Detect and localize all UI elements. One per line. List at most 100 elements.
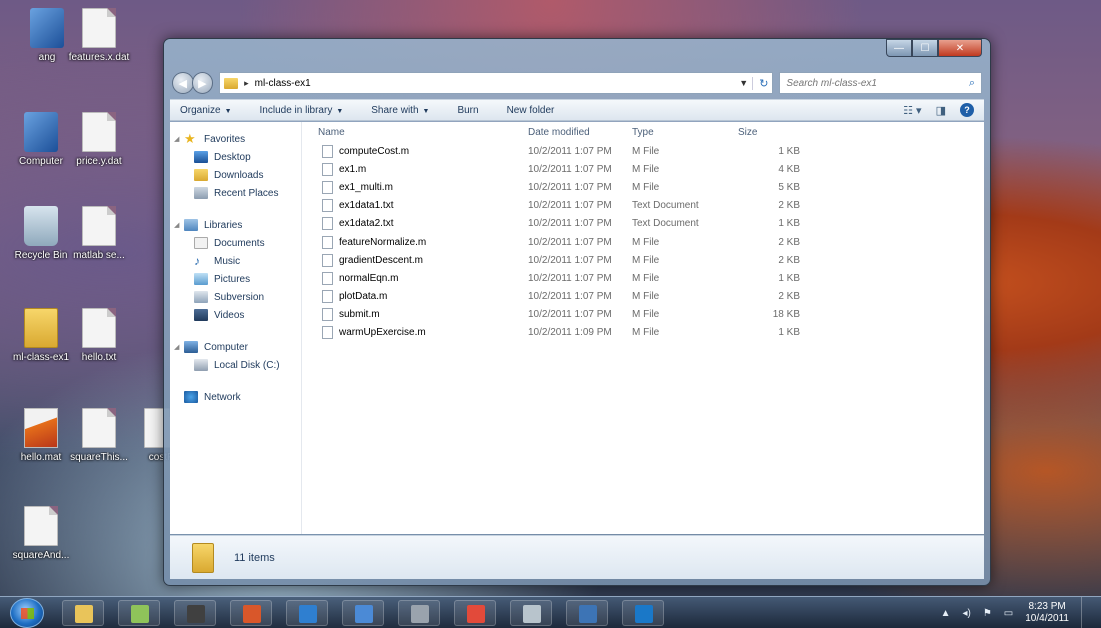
nav-music[interactable]: ♪ Music	[170, 252, 301, 270]
nav-subversion[interactable]: Subversion	[170, 288, 301, 306]
nav-network[interactable]: Network	[170, 388, 301, 406]
document-icon	[82, 8, 116, 48]
file-row[interactable]: ex1data2.txt 10/2/2011 1:07 PM Text Docume…	[302, 215, 984, 233]
start-button[interactable]	[10, 598, 44, 628]
file-row[interactable]: plotData.m 10/2/2011 1:07 PM M File 2 KB	[302, 288, 984, 306]
nav-pictures[interactable]: Pictures	[170, 270, 301, 288]
collapse-icon[interactable]: ◢	[174, 135, 184, 143]
burn-button[interactable]: Burn	[457, 105, 478, 116]
column-header-type[interactable]: Type	[632, 127, 738, 138]
libraries-icon	[184, 219, 198, 231]
taskbar-webcam-button[interactable]	[510, 600, 552, 626]
file-row[interactable]: normalEqn.m 10/2/2011 1:07 PM M File 1 KB	[302, 269, 984, 287]
file-row[interactable]: ex1.m 10/2/2011 1:07 PM M File 4 KB	[302, 160, 984, 178]
notepad-plus-icon	[131, 605, 149, 623]
nav-desktop[interactable]: Desktop	[170, 148, 301, 166]
show-desktop-button[interactable]	[1081, 597, 1091, 628]
file-row[interactable]: gradientDescent.m 10/2/2011 1:07 PM M File…	[302, 251, 984, 269]
include-in-library-button[interactable]: Include in library ▼	[260, 105, 344, 116]
file-row[interactable]: ex1_multi.m 10/2/2011 1:07 PM M File 5 KB	[302, 178, 984, 196]
search-box[interactable]: ⌕	[779, 72, 983, 94]
taskbar-powerpoint-button[interactable]	[230, 600, 272, 626]
help-icon[interactable]: ?	[960, 103, 974, 117]
preview-pane-icon[interactable]: ◨	[936, 104, 946, 117]
taskbar-remote-desktop-button[interactable]	[342, 600, 384, 626]
file-row[interactable]: ex1data1.txt 10/2/2011 1:07 PM Text Docume…	[302, 197, 984, 215]
address-bar[interactable]: ▸ ml-class-ex1 ▼ ↻	[219, 72, 774, 94]
network-status-icon[interactable]: ▭	[1004, 608, 1013, 619]
file-row[interactable]: warmUpExercise.m 10/2/2011 1:09 PM M File 1…	[302, 324, 984, 342]
file-row[interactable]: computeCost.m 10/2/2011 1:07 PM M File 1 KB	[302, 142, 984, 160]
file-size: 2 KB	[778, 236, 800, 248]
taskbar-camera-button[interactable]	[398, 600, 440, 626]
refresh-icon[interactable]: ↻	[752, 76, 768, 90]
breadcrumb-separator[interactable]: ▸	[244, 78, 249, 89]
desktop-icon-label: price.y.dat	[76, 156, 122, 167]
search-icon[interactable]: ⌕	[969, 77, 975, 90]
forward-button[interactable]: ▶	[191, 72, 214, 94]
nav-favorites[interactable]: ◢ ★ Favorites	[170, 130, 301, 148]
nav-local-disk[interactable]: Local Disk (C:)	[170, 356, 301, 374]
new-folder-button[interactable]: New folder	[507, 105, 555, 116]
volume-icon[interactable]: ◂)	[962, 608, 970, 619]
column-header-name[interactable]: Name	[302, 127, 528, 138]
nav-computer[interactable]: ◢ Computer	[170, 338, 301, 356]
explorer-window[interactable]: — ☐ ✕ ◀ ▶ ▸ ml-class-ex1 ▼ ↻ ⌕ Organize▼…	[163, 38, 991, 586]
desktop-icon-label: squareAnd...	[12, 550, 70, 561]
file-icon	[322, 180, 333, 194]
nav-recent-places[interactable]: Recent Places	[170, 184, 301, 202]
system-tray: ▲ ◂) ⚑ ▭ 8:23 PM 10/4/2011	[941, 597, 1091, 628]
explorer-body: ◢ ★ Favorites Desktop Downloads Recent P…	[170, 122, 984, 534]
nav-libraries[interactable]: ◢ Libraries	[170, 216, 301, 234]
address-history-dropdown-icon[interactable]: ▼	[735, 78, 752, 88]
share-with-button[interactable]: Share with ▼	[371, 105, 429, 116]
clock-date: 10/4/2011	[1025, 613, 1069, 624]
document-icon	[82, 112, 116, 152]
file-icon	[322, 290, 333, 304]
show-hidden-icons-icon[interactable]: ▲	[941, 608, 951, 619]
taskbar-chrome-button[interactable]	[454, 600, 496, 626]
back-button[interactable]: ◀	[172, 72, 194, 94]
taskbar-windows-explorer-button[interactable]	[62, 600, 104, 626]
desktop-icon-item[interactable]: hello.txt	[62, 308, 136, 363]
column-header-size[interactable]: Size	[738, 127, 798, 138]
maximize-button[interactable]: ☐	[912, 39, 938, 57]
desktop-icon-item[interactable]: matlab se...	[62, 206, 136, 261]
file-row[interactable]: featureNormalize.m 10/2/2011 1:07 PM M Fil…	[302, 233, 984, 251]
file-list[interactable]: Name Date modified Type Size computeCost…	[302, 122, 984, 534]
close-button[interactable]: ✕	[938, 39, 982, 57]
taskbar-notepad-plus-button[interactable]	[118, 600, 160, 626]
file-type: Text Document	[632, 200, 699, 212]
folder-icon	[224, 77, 239, 89]
taskbar-video-camera-button[interactable]	[174, 600, 216, 626]
file-row[interactable]: submit.m 10/2/2011 1:07 PM M File 18 KB	[302, 306, 984, 324]
breadcrumb-current[interactable]: ml-class-ex1	[255, 78, 311, 89]
nav-documents[interactable]: Documents	[170, 234, 301, 252]
file-size: 1 KB	[778, 145, 800, 157]
nav-downloads[interactable]: Downloads	[170, 166, 301, 184]
file-date: 10/2/2011 1:07 PM	[528, 291, 612, 303]
desktop-icon-item[interactable]: features.x.dat	[62, 8, 136, 63]
organize-button[interactable]: Organize ▼	[180, 105, 232, 116]
music-icon: ♪	[194, 254, 200, 268]
file-name: featureNormalize.m	[302, 235, 528, 249]
recycle-bin-icon	[24, 206, 58, 246]
collapse-icon[interactable]: ◢	[174, 221, 184, 229]
desktop-icon-item[interactable]: squareAnd...	[4, 506, 78, 561]
minimize-button[interactable]: —	[886, 39, 912, 57]
collapse-icon[interactable]: ◢	[174, 343, 184, 351]
search-input[interactable]	[786, 77, 969, 89]
clock[interactable]: 8:23 PM 10/4/2011	[1025, 601, 1069, 625]
nav-videos[interactable]: Videos	[170, 306, 301, 324]
file-name: ex1data1.txt	[302, 199, 528, 213]
file-type: M File	[632, 254, 660, 266]
taskbar-octave-button[interactable]	[622, 600, 664, 626]
desktop-icon-item[interactable]: price.y.dat	[62, 112, 136, 167]
action-center-flag-icon[interactable]: ⚑	[983, 608, 992, 619]
column-header-date[interactable]: Date modified	[528, 127, 632, 138]
computer-group: ◢ Computer Local Disk (C:)	[170, 338, 301, 374]
taskbar-app-tiles-button[interactable]	[286, 600, 328, 626]
change-view-icon[interactable]: ☷ ▾	[903, 104, 921, 117]
downloads-icon	[194, 169, 208, 181]
taskbar-python-button[interactable]	[566, 600, 608, 626]
